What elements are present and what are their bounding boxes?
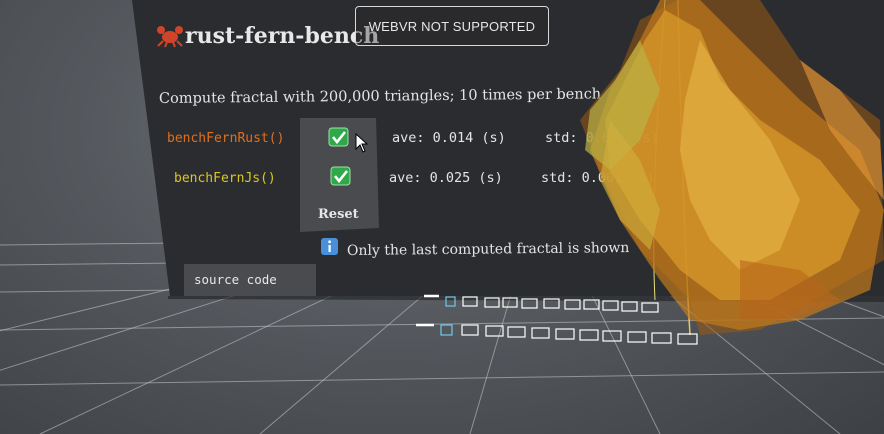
bench-name-rust: benchFernRust() [167, 131, 284, 146]
vr-scene: rust-fern-bench Compute fractal with 200… [0, 0, 884, 434]
bench-name-js: benchFernJs() [174, 171, 276, 186]
app-title: rust-fern-bench [185, 23, 379, 49]
bench-ave-rust: ave: 0.014 (s) [392, 130, 506, 146]
checkbox-rust[interactable] [328, 127, 349, 147]
info-icon [321, 238, 338, 255]
mouse-cursor-icon [355, 133, 369, 153]
webvr-not-supported-button[interactable]: WEBVR NOT SUPPORTED [355, 6, 549, 46]
bench-ave-js: ave: 0.025 (s) [389, 170, 503, 186]
bench-history-bars [416, 294, 698, 345]
source-code-button[interactable]: source code [194, 272, 277, 287]
info-text: Only the last computed fractal is shown [347, 240, 630, 259]
checkbox-js[interactable] [330, 166, 351, 186]
reset-button[interactable]: Reset [318, 207, 359, 222]
